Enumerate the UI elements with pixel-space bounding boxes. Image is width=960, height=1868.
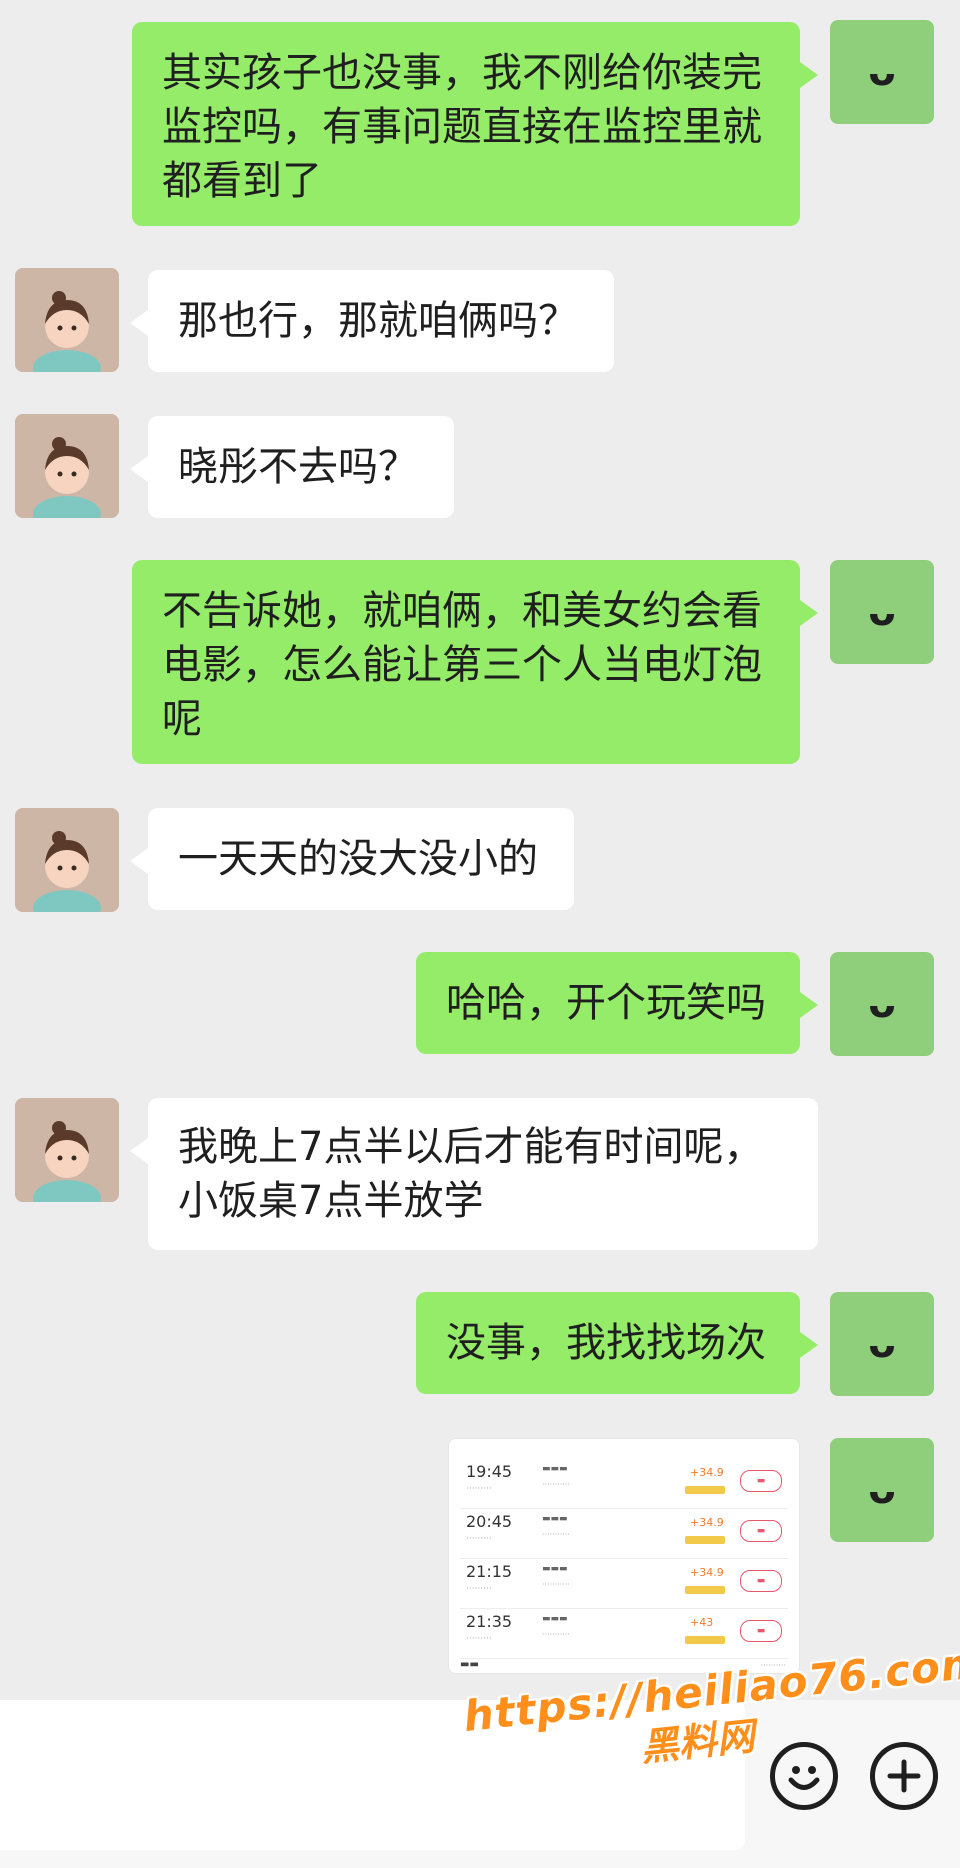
showtime-time: 20:45 — [466, 1512, 513, 1531]
showtime-price: +34.9 — [690, 1516, 724, 1529]
chat-bubble-me[interactable]: 不告诉她，就咱俩，和美女约会看 电影，怎么能让第三个人当电灯泡 呢 — [132, 560, 818, 764]
showtime-price: +43 — [690, 1616, 714, 1629]
showtime-row: 19:45 ········· ▬▬▬ ··········· +34.9 ▬ — [460, 1460, 788, 1509]
plus-icon[interactable] — [870, 1742, 938, 1810]
showtime-time: 19:45 — [466, 1462, 513, 1481]
showtime-row: 21:15 ········· ▬▬▬ ··········· +34.9 ▬ — [460, 1560, 788, 1609]
showtime-time: 21:15 — [466, 1562, 513, 1581]
chat-bubble-me[interactable]: 没事，我找找场次 — [416, 1292, 818, 1394]
my-avatar[interactable]: ᴗ — [830, 1292, 934, 1396]
my-avatar[interactable]: ᴗ — [830, 20, 934, 124]
message-input[interactable] — [0, 1700, 745, 1850]
chat-bubble-contact[interactable]: 我晚上7点半以后才能有时间呢， 小饭桌7点半放学 — [130, 1098, 818, 1250]
showtimes-screenshot-image[interactable]: 19:45 ········· ▬▬▬ ··········· +34.9 ▬ … — [448, 1438, 800, 1674]
my-avatar[interactable]: ᴗ — [830, 560, 934, 664]
buy-button: ▬ — [740, 1570, 782, 1592]
showtime-time: 21:35 — [466, 1612, 513, 1631]
chat-bubble-contact[interactable]: 那也行，那就咱俩吗？ — [130, 270, 614, 372]
showtime-row: 21:35 ········· ▬▬▬ ··········· +43 ▬ — [460, 1610, 788, 1659]
buy-button: ▬ — [740, 1520, 782, 1542]
buy-button: ▬ — [740, 1620, 782, 1642]
chat-bubble-me[interactable]: 哈哈，开个玩笑吗 — [416, 952, 818, 1054]
showtime-price: +34.9 — [690, 1566, 724, 1579]
contact-avatar[interactable] — [15, 414, 119, 518]
chat-bubble-contact[interactable]: 一天天的没大没小的 — [130, 808, 574, 910]
contact-avatar[interactable] — [15, 1098, 119, 1202]
chat-bubble-contact[interactable]: 晓彤不去吗？ — [130, 416, 454, 518]
contact-avatar[interactable] — [15, 268, 119, 372]
showtime-price: +34.9 — [690, 1466, 724, 1479]
smiley-icon[interactable] — [770, 1742, 838, 1810]
chat-input-bar — [0, 1700, 960, 1868]
buy-button: ▬ — [740, 1470, 782, 1492]
chat-bubble-me[interactable]: 其实孩子也没事，我不刚给你装完 监控吗，有事问题直接在监控里就 都看到了 — [132, 22, 818, 226]
showtime-row: 20:45 ········· ▬▬▬ ··········· +34.9 ▬ — [460, 1510, 788, 1559]
my-avatar[interactable]: ᴗ — [830, 952, 934, 1056]
my-avatar[interactable]: ᴗ — [830, 1438, 934, 1542]
contact-avatar[interactable] — [15, 808, 119, 912]
